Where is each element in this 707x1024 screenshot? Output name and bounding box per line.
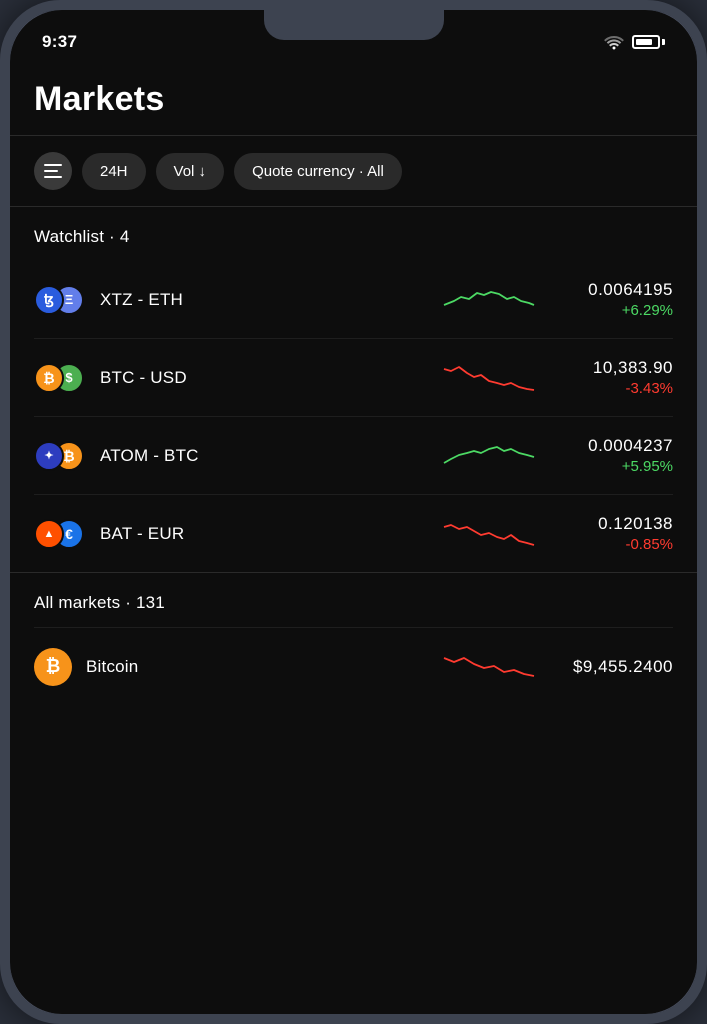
content: Markets 24H Vol ↓ Quote currency · All W… [10,60,697,705]
filter-quote-currency-button[interactable]: Quote currency · All [234,153,402,190]
change-atom-btc: +5.95% [553,458,673,475]
page-title: Markets [34,60,673,135]
hamburger-line-2 [44,170,58,172]
coin-icon-btc: ₿ [34,363,64,393]
coin-name-bitcoin: Bitcoin [86,657,425,677]
coin-icons-xtz-eth: ꜩ Ξ [34,285,86,315]
price-bat-eur: 0.120138 [553,514,673,534]
market-item-atom-btc[interactable]: ✦ ₿ ATOM - BTC 0.0004237 +5.95% [34,416,673,494]
chart-xtz-eth [439,277,539,322]
hamburger-icon [44,164,62,178]
chart-atom-btc [439,433,539,478]
hamburger-line-1 [44,164,62,166]
price-area-bat-eur: 0.120138 -0.85% [553,514,673,553]
all-markets-header: All markets · 131 [34,573,673,627]
battery-icon [632,35,665,49]
phone-notch [264,10,444,40]
coin-icons-btc-usd: ₿ $ [34,363,86,393]
chart-btc-usd [439,355,539,400]
wifi-icon [604,34,624,50]
price-area-xtz-eth: 0.0064195 +6.29% [553,280,673,319]
price-btc-usd: 10,383.90 [553,358,673,378]
all-markets-list: ₿ Bitcoin $9,455.2400 [34,627,673,705]
price-xtz-eth: 0.0064195 [553,280,673,300]
market-item-btc-usd[interactable]: ₿ $ BTC - USD 10,383.90 -3.43% [34,338,673,416]
market-item-bat-eur[interactable]: ▲ € BAT - EUR 0.120138 -0.85% [34,494,673,572]
market-item-xtz-eth[interactable]: ꜩ Ξ XTZ - ETH 0.0064195 +6.29% [34,261,673,338]
change-btc-usd: -3.43% [553,380,673,397]
status-icons [604,34,665,50]
coin-icon-bitcoin: ₿ [34,648,72,686]
price-area-btc-usd: 10,383.90 -3.43% [553,358,673,397]
pair-name-bat-eur: BAT - EUR [100,524,425,544]
status-time: 9:37 [42,32,77,52]
price-atom-btc: 0.0004237 [553,436,673,456]
coin-icons-bat-eur: ▲ € [34,519,86,549]
phone-frame: 9:37 Markets [0,0,707,1024]
watchlist-header: Watchlist · 4 [34,207,673,261]
coin-icons-atom-btc: ✦ ₿ [34,441,86,471]
filter-vol-button[interactable]: Vol ↓ [156,153,225,190]
price-bitcoin: $9,455.2400 [553,657,673,677]
chart-bitcoin [439,644,539,689]
pair-name-xtz-eth: XTZ - ETH [100,290,425,310]
pair-name-btc-usd: BTC - USD [100,368,425,388]
hamburger-line-3 [44,176,62,178]
coin-icon-xtz: ꜩ [34,285,64,315]
chart-bat-eur [439,511,539,556]
coin-icon-bat: ▲ [34,519,64,549]
market-item-bitcoin[interactable]: ₿ Bitcoin $9,455.2400 [34,627,673,705]
phone-screen: 9:37 Markets [10,10,697,1014]
price-area-bitcoin: $9,455.2400 [553,657,673,677]
price-area-atom-btc: 0.0004237 +5.95% [553,436,673,475]
pair-name-atom-btc: ATOM - BTC [100,446,425,466]
change-bat-eur: -0.85% [553,536,673,553]
watchlist-list: ꜩ Ξ XTZ - ETH 0.0064195 +6.29% [34,261,673,572]
filter-icon-button[interactable] [34,152,72,190]
coin-icon-atom: ✦ [34,441,64,471]
filter-24h-button[interactable]: 24H [82,153,146,190]
filter-bar: 24H Vol ↓ Quote currency · All [34,136,673,206]
change-xtz-eth: +6.29% [553,302,673,319]
